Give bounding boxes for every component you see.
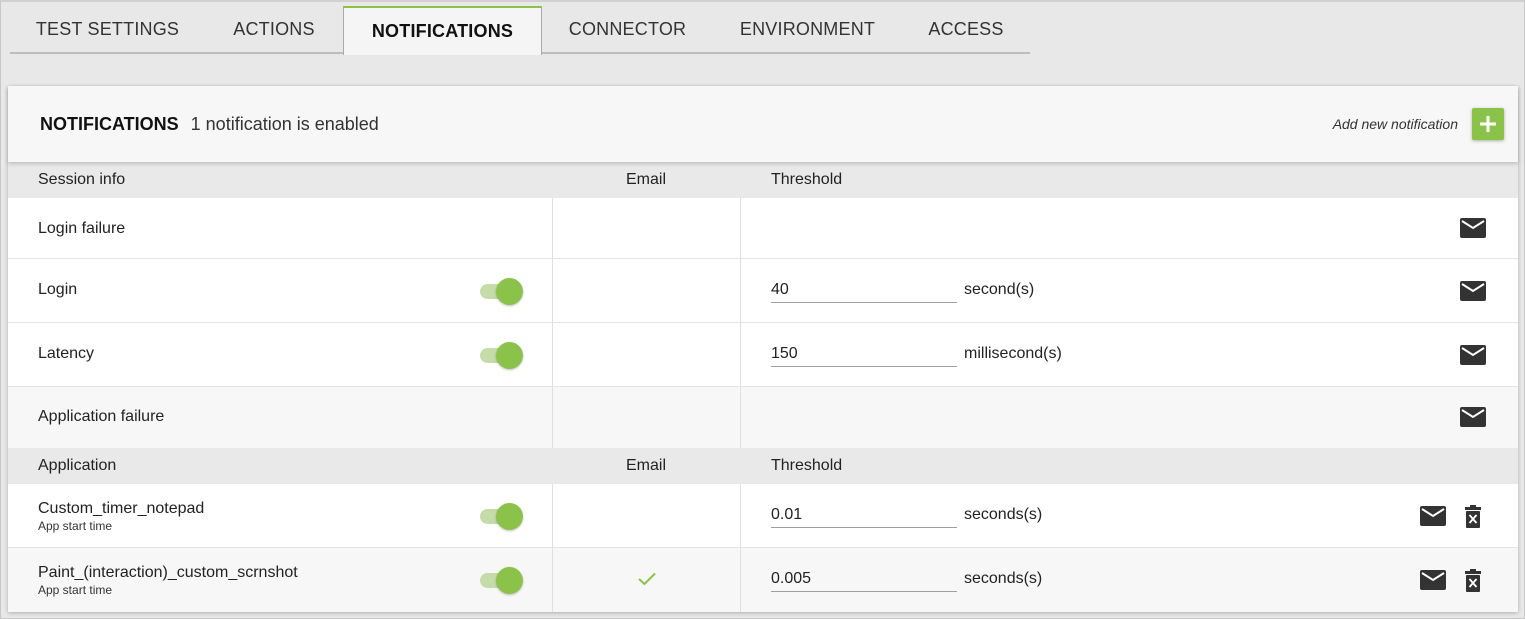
checkmark-icon <box>638 572 656 586</box>
envelope-icon <box>1420 506 1446 526</box>
trash-icon <box>1465 568 1481 592</box>
enable-toggle[interactable] <box>478 502 524 530</box>
row-name: Paint_(interaction)_custom_scrnshot <box>38 564 298 581</box>
row-name: Latency <box>38 345 95 362</box>
threshold-input[interactable] <box>771 502 957 528</box>
delete-button[interactable] <box>1463 568 1483 592</box>
row-sublabel: App start time <box>38 519 113 533</box>
email-settings-button[interactable] <box>1459 406 1487 428</box>
envelope-icon <box>1460 281 1486 301</box>
envelope-icon <box>1460 345 1486 365</box>
enable-toggle[interactable] <box>478 341 524 369</box>
threshold-unit: seconds(s) <box>964 506 1043 523</box>
table-row: Login second(s) <box>8 259 1518 323</box>
row-name: Application failure <box>38 408 165 425</box>
session-info-column-label: Session info <box>38 171 126 188</box>
email-settings-button[interactable] <box>1419 569 1447 591</box>
table-row: Paint_(interaction)_custom_scrnshot App … <box>8 548 1518 612</box>
notifications-card: NOTIFICATIONS 1 notification is enabled … <box>8 86 1518 612</box>
add-notification-button[interactable] <box>1472 108 1504 140</box>
add-notification-label[interactable]: Add new notification <box>1333 116 1458 132</box>
envelope-icon <box>1420 570 1446 590</box>
enable-toggle[interactable] <box>478 566 524 594</box>
threshold-column-label: Threshold <box>771 457 843 474</box>
tab-environment[interactable]: ENVIRONMENT <box>713 6 902 54</box>
tab-connector[interactable]: CONNECTOR <box>542 6 713 54</box>
plus-icon <box>1480 116 1496 132</box>
page-title: NOTIFICATIONS <box>40 113 179 134</box>
notification-status-text: 1 notification is enabled <box>190 113 379 134</box>
email-settings-button[interactable] <box>1459 344 1487 366</box>
email-settings-button[interactable] <box>1419 505 1447 527</box>
tab-access[interactable]: ACCESS <box>902 6 1030 54</box>
tab-bar: TEST SETTINGS ACTIONS NOTIFICATIONS CONN… <box>10 6 1030 55</box>
table-row: Latency millisecond(s) <box>8 323 1518 387</box>
email-enabled-check <box>638 572 656 591</box>
tab-actions[interactable]: ACTIONS <box>205 6 343 54</box>
card-header: NOTIFICATIONS 1 notification is enabled … <box>8 86 1518 162</box>
row-name: Custom_timer_notepad <box>38 500 205 517</box>
table-row: Custom_timer_notepad App start time seco… <box>8 484 1518 548</box>
trash-icon <box>1465 504 1481 528</box>
envelope-icon <box>1460 218 1486 238</box>
threshold-unit: seconds(s) <box>964 570 1043 587</box>
table-row: Login failure <box>8 198 1518 259</box>
threshold-input[interactable] <box>771 277 957 303</box>
table-row: Application failure <box>8 387 1518 448</box>
threshold-unit: millisecond(s) <box>964 345 1062 362</box>
session-info-header: Session info Email Threshold <box>8 162 1518 198</box>
row-sublabel: App start time <box>38 583 113 597</box>
threshold-input[interactable] <box>771 566 957 592</box>
tab-test-settings[interactable]: TEST SETTINGS <box>10 6 205 54</box>
threshold-unit: second(s) <box>964 281 1035 298</box>
add-notification-control: Add new notification <box>1333 108 1504 140</box>
tab-notifications[interactable]: NOTIFICATIONS <box>343 6 542 55</box>
enable-toggle[interactable] <box>478 277 524 305</box>
delete-button[interactable] <box>1463 504 1483 528</box>
application-column-label: Application <box>38 457 117 474</box>
row-name: Login <box>38 281 78 298</box>
threshold-input[interactable] <box>771 341 957 367</box>
envelope-icon <box>1460 407 1486 427</box>
email-column-label: Email <box>626 171 667 188</box>
email-column-label: Email <box>626 457 667 474</box>
threshold-column-label: Threshold <box>771 171 843 188</box>
email-settings-button[interactable] <box>1459 280 1487 302</box>
email-settings-button[interactable] <box>1459 217 1487 239</box>
application-header: Application Email Threshold <box>8 448 1518 484</box>
row-name: Login failure <box>38 220 126 237</box>
